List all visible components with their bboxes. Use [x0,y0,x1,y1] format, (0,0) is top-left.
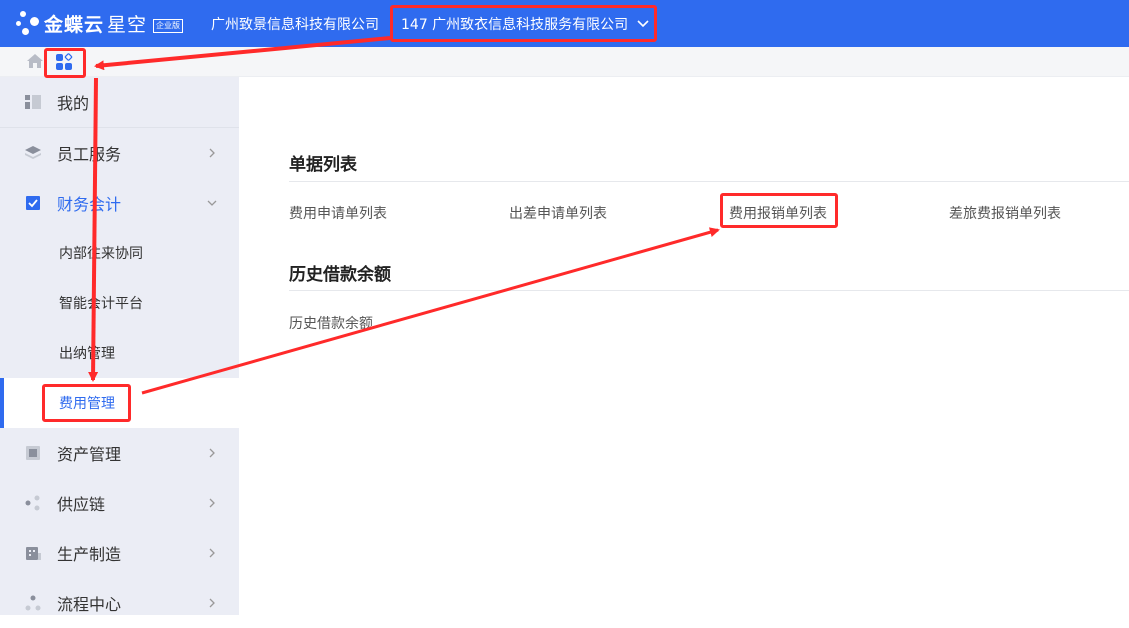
sidebar-subitem-expense-management[interactable]: 费用管理 [0,378,239,428]
supply-chain-icon [25,495,40,511]
sidebar-item-supply-chain[interactable]: 供应链 [0,478,239,528]
link-travel-request-list[interactable]: 出差申请单列表 [509,203,607,223]
brand-sub: 星空 [107,13,148,36]
link-loan-balance[interactable]: 历史借款余额 [289,313,373,333]
sidebar-subitem-internal-collab[interactable]: 内部往来协同 [0,228,239,278]
sidebar-subitem-label: 智能会计平台 [59,296,143,312]
sidebar-item-label: 生产制造 [57,545,122,564]
section-divider [289,290,1129,291]
chevron-right-icon [209,598,215,608]
layers-icon [25,146,41,159]
sidebar-item-label: 财务会计 [57,195,122,214]
sidebar: 我的 员工服务 财务会计 内部往来协同 智能会计平台 出纳管理 费用管理 资产管… [0,77,239,615]
link-expense-request-list[interactable]: 费用申请单列表 [289,203,387,223]
chevron-right-icon [209,498,215,508]
dashboard-icon [25,95,41,109]
sidebar-subitem-label: 内部往来协同 [59,246,143,262]
section-divider [289,181,1129,182]
breadcrumb [0,47,1129,77]
sidebar-subitem-cashier[interactable]: 出纳管理 [0,328,239,378]
chevron-right-icon [209,548,215,558]
account-selector[interactable]: 147 广州致衣信息科技服务有限公司 [401,14,628,34]
topbar-divider [391,16,392,32]
top-bar: 金蝶云 星空 企业版 广州致景信息科技有限公司 147 广州致衣信息科技服务有限… [0,0,1129,47]
logo-dots-icon [16,8,42,38]
sidebar-subitem-label: 费用管理 [59,396,115,412]
chevron-right-icon [209,148,215,158]
brand-name: 金蝶云 [44,13,105,36]
ledger-icon [26,196,40,210]
section-title-document-lists: 单据列表 [289,155,357,175]
edition-badge: 企业版 [153,19,184,33]
sidebar-subitem-smart-accounting[interactable]: 智能会计平台 [0,278,239,328]
sidebar-item-process-center[interactable]: 流程中心 [0,578,239,628]
sidebar-item-label: 我的 [57,94,90,113]
sidebar-item-mine[interactable]: 我的 [0,77,239,128]
asset-icon [26,446,40,460]
chevron-down-icon[interactable] [636,16,650,30]
active-indicator [0,378,4,428]
chevron-down-icon [207,200,217,206]
apps-grid-icon[interactable] [55,53,73,71]
link-travel-reimbursement-list[interactable]: 差旅费报销单列表 [949,203,1061,223]
sidebar-item-employee-services[interactable]: 员工服务 [0,128,239,178]
sidebar-item-finance-accounting[interactable]: 财务会计 [0,178,239,228]
sidebar-item-label: 供应链 [57,495,106,514]
sidebar-item-asset-management[interactable]: 资产管理 [0,428,239,478]
kingdee-logo[interactable]: 金蝶云 星空 企业版 [16,8,184,38]
sidebar-item-label: 流程中心 [57,595,122,614]
flow-icon [25,595,41,611]
sidebar-item-manufacturing[interactable]: 生产制造 [0,528,239,578]
sidebar-item-label: 资产管理 [57,445,122,464]
link-expense-reimbursement-list[interactable]: 费用报销单列表 [729,203,827,223]
sidebar-item-label: 员工服务 [57,145,122,164]
section-title-loan-balance: 历史借款余额 [289,265,391,285]
sidebar-subitem-label: 出纳管理 [59,346,115,362]
factory-icon [26,547,41,560]
org-name[interactable]: 广州致景信息科技有限公司 [211,14,379,34]
chevron-right-icon [209,448,215,458]
home-icon[interactable] [26,53,44,69]
